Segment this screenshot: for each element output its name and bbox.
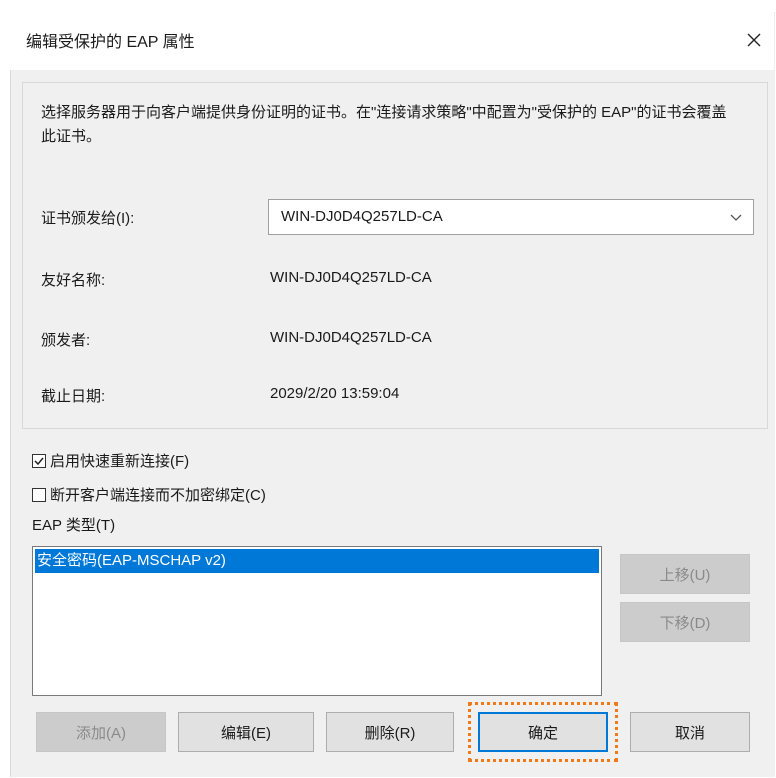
friendly-name-value: WIN-DJ0D4Q257LD-CA xyxy=(270,269,432,286)
close-icon xyxy=(747,33,761,47)
issuer-value: WIN-DJ0D4Q257LD-CA xyxy=(270,329,432,346)
add-button[interactable]: 添加(A) xyxy=(36,712,166,752)
edit-button[interactable]: 编辑(E) xyxy=(178,712,314,752)
checkbox-checked-icon xyxy=(32,453,46,468)
expiry-label: 截止日期: xyxy=(41,388,106,405)
fast-reconnect-label: 启用快速重新连接(F) xyxy=(50,453,190,470)
chevron-down-icon xyxy=(730,214,742,221)
eap-type-label: EAP 类型(T) xyxy=(32,517,116,534)
cancel-button[interactable]: 取消 xyxy=(630,712,750,752)
dialog-title: 编辑受保护的 EAP 属性 xyxy=(26,34,195,51)
disconnect-without-binding-checkbox[interactable]: 断开客户端连接而不加密绑定(C) xyxy=(32,484,266,505)
move-down-button[interactable]: 下移(D) xyxy=(620,602,750,642)
list-item[interactable]: 安全密码(EAP-MSCHAP v2) xyxy=(35,549,599,573)
cert-issued-to-select[interactable]: WIN-DJ0D4Q257LD-CA xyxy=(268,199,754,235)
eap-type-list[interactable]: 安全密码(EAP-MSCHAP v2) xyxy=(32,546,602,696)
cert-issued-to-label: 证书颁发给(I): xyxy=(41,210,135,227)
move-up-button[interactable]: 上移(U) xyxy=(620,554,750,594)
issuer-label: 颁发者: xyxy=(41,332,91,349)
cert-issued-to-value: WIN-DJ0D4Q257LD-CA xyxy=(281,208,443,225)
checkbox-unchecked-icon xyxy=(32,487,46,502)
ok-button-highlight xyxy=(468,702,618,762)
title-bar: 编辑受保护的 EAP 属性 xyxy=(10,12,774,70)
expiry-value: 2029/2/20 13:59:04 xyxy=(270,385,400,402)
certificate-description: 选择服务器用于向客户端提供身份证明的证书。在"连接请求策略"中配置为"受保护的 … xyxy=(41,104,727,145)
friendly-name-label: 友好名称: xyxy=(41,272,106,289)
disconnect-label: 断开客户端连接而不加密绑定(C) xyxy=(50,487,266,504)
close-button[interactable] xyxy=(734,20,774,60)
certificate-panel: 选择服务器用于向客户端提供身份证明的证书。在"连接请求策略"中配置为"受保护的 … xyxy=(22,82,768,429)
fast-reconnect-checkbox[interactable]: 启用快速重新连接(F) xyxy=(32,450,189,471)
delete-button[interactable]: 删除(R) xyxy=(326,712,454,752)
